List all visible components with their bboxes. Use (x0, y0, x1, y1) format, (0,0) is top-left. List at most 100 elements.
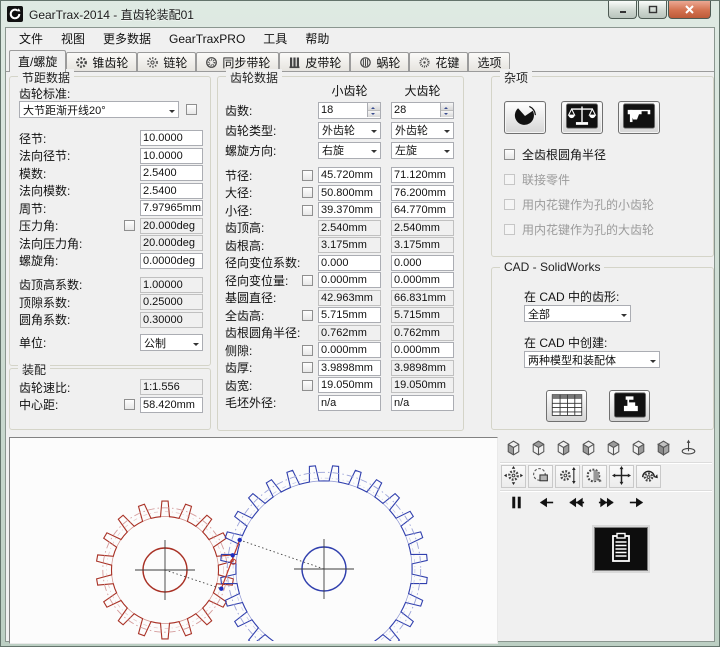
override-checkbox[interactable] (124, 220, 135, 231)
pinion-value-field[interactable]: 0.000mm (318, 272, 381, 288)
pause-animation-button[interactable] (501, 493, 531, 515)
gear-value-field[interactable]: n/a (391, 394, 454, 411)
pinion-type-dropdown[interactable]: 外齿轮 (318, 121, 381, 139)
chevron-down-icon (169, 109, 175, 116)
gear-preview-canvas[interactable] (9, 437, 498, 644)
field-label: 螺旋角: (19, 254, 59, 268)
tab-1[interactable]: 锥齿轮 (66, 52, 138, 71)
override-checkbox[interactable] (124, 399, 135, 410)
cam-profile-button[interactable] (504, 101, 546, 134)
override-checkbox[interactable] (302, 379, 313, 391)
override-checkbox[interactable] (302, 362, 313, 373)
pinion-value-field[interactable]: 0.000 (318, 254, 381, 271)
zoom-fit-gear-button[interactable] (501, 465, 526, 488)
gear-value-field[interactable]: 64.770mm (391, 202, 454, 218)
menu-item-4[interactable]: 工具 (254, 28, 296, 49)
view-cube-1-button[interactable] (501, 438, 526, 460)
pinion-value-field[interactable]: 0.000mm (318, 342, 381, 358)
zoom-gear-vertical-button[interactable] (555, 465, 580, 488)
pinion-value-field[interactable]: 3.9898mm (318, 359, 381, 376)
misc-checkbox-0[interactable] (504, 149, 515, 160)
balance-scale-button[interactable] (561, 101, 603, 134)
pinion-value-field[interactable]: 5.715mm (318, 307, 381, 323)
pan-view-button[interactable] (609, 465, 634, 488)
gear-value-field[interactable]: 0.000 (391, 254, 454, 271)
view-solid-cube-button[interactable] (651, 438, 676, 460)
pinion-type-value: 外齿轮 (322, 125, 355, 137)
value-field[interactable]: 2.5400 (140, 182, 203, 199)
pinion-value-field[interactable]: 45.720mm (318, 167, 381, 183)
override-checkbox[interactable] (302, 309, 313, 321)
units-dropdown[interactable]: 公制 (140, 334, 203, 351)
pinion-teeth-spinner[interactable] (367, 103, 380, 117)
rotate-gear-button[interactable] (582, 465, 607, 488)
machine-model-button[interactable] (609, 390, 650, 422)
cad-create-dropdown[interactable]: 两种模型和装配体 (524, 351, 660, 368)
override-checkbox[interactable] (302, 204, 313, 216)
field-label: 齿顶高系数: (19, 278, 83, 292)
data-table-button[interactable] (546, 390, 587, 422)
gear-standard-dropdown[interactable]: 大节距渐开线20° (19, 101, 179, 118)
field-label: 大径: (225, 186, 253, 200)
value-field[interactable]: 7.97965mm (140, 200, 203, 216)
gear-teeth-input[interactable]: 28 (391, 101, 454, 119)
tab-2[interactable]: 链轮 (137, 52, 197, 71)
field-label: 毛坯外径: (225, 396, 277, 410)
override-checkbox[interactable] (302, 169, 313, 181)
pinion-teeth-input[interactable]: 18 (318, 101, 381, 119)
menu-item-1[interactable]: 视图 (52, 28, 94, 49)
pinion-value-field[interactable]: 39.370mm (318, 202, 381, 218)
tab-6[interactable]: 花键 (409, 52, 469, 71)
view-cube-6-button[interactable] (626, 438, 651, 460)
caliper-button[interactable] (618, 101, 660, 134)
value-field[interactable]: 58.420mm (140, 396, 203, 413)
field-label: 节径: (225, 168, 253, 183)
gear-value-field[interactable]: 71.120mm (391, 167, 454, 183)
close-button[interactable] (668, 1, 711, 19)
menu-item-0[interactable]: 文件 (10, 28, 52, 49)
fast-left-button[interactable] (561, 493, 591, 515)
view-cube-4-button[interactable] (576, 438, 601, 460)
tab-4[interactable]: 皮带轮 (279, 52, 351, 71)
menu-item-2[interactable]: 更多数据 (94, 28, 160, 49)
maximize-button[interactable] (638, 1, 667, 19)
bevel-gear-icon (75, 56, 88, 69)
gear-value-field[interactable]: 0.000mm (391, 272, 454, 288)
zoom-window-button[interactable] (528, 465, 553, 488)
gear-hand-dropdown[interactable]: 左旋 (391, 141, 454, 159)
value-field[interactable]: 10.0000 (140, 130, 203, 146)
spin-gear-button[interactable] (636, 465, 661, 488)
minimize-button[interactable] (608, 1, 637, 19)
field-label: 齿根高: (225, 238, 265, 253)
override-checkbox[interactable] (302, 344, 313, 356)
step-right-button[interactable] (621, 493, 651, 515)
cad-tooth-dropdown[interactable]: 全部 (524, 305, 631, 322)
gear-value-field[interactable]: 0.000mm (391, 342, 454, 358)
value-field[interactable]: 2.5400 (140, 165, 203, 181)
copy-to-clipboard-button[interactable] (592, 525, 650, 573)
view-cube-5-button[interactable] (601, 438, 626, 460)
rotate-axis-button[interactable] (676, 438, 701, 460)
gear-teeth-spinner[interactable] (440, 103, 453, 117)
fast-right-button[interactable] (591, 493, 621, 515)
pinion-value-field[interactable]: 19.050mm (318, 377, 381, 393)
pinion-hand-dropdown[interactable]: 右旋 (318, 141, 381, 159)
override-checkbox[interactable] (302, 274, 313, 286)
override-checkbox[interactable] (302, 187, 313, 198)
value-field: 20.000deg (140, 235, 203, 251)
menu-item-5[interactable]: 帮助 (296, 28, 338, 49)
cam-profile-icon (508, 103, 542, 132)
view-cube-3-button[interactable] (551, 438, 576, 460)
tab-0[interactable]: 直/螺旋 (9, 50, 67, 72)
menu-item-3[interactable]: GearTraxPRO (160, 30, 254, 48)
pinion-value-field[interactable]: n/a (318, 394, 381, 411)
gear-value-field[interactable]: 76.200mm (391, 184, 454, 201)
pinion-value-field[interactable]: 50.800mm (318, 184, 381, 201)
gear-type-dropdown[interactable]: 外齿轮 (391, 121, 454, 139)
step-left-button[interactable] (531, 493, 561, 515)
tab-5[interactable]: 蜗轮 (350, 52, 410, 71)
value-field[interactable]: 0.0000deg (140, 252, 203, 269)
standard-override-checkbox[interactable] (186, 104, 197, 115)
value-field[interactable]: 10.0000 (140, 147, 203, 164)
view-cube-2-button[interactable] (526, 438, 551, 460)
